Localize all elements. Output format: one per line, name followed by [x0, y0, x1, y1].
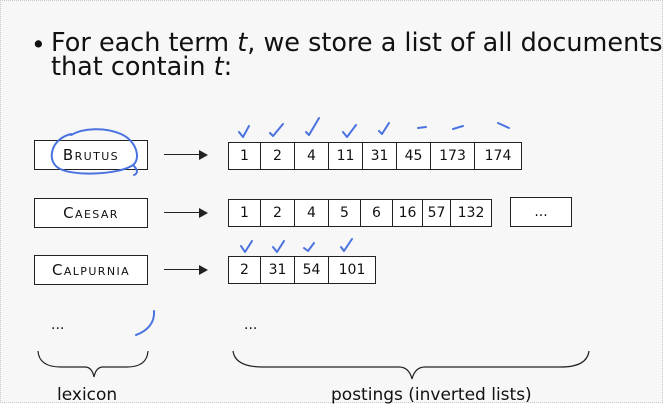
check-mark-1: [238, 125, 250, 138]
stray-stroke: [135, 310, 156, 336]
dash-mark-2: [452, 125, 464, 130]
check-mark-7: [272, 240, 285, 253]
brutus-circle-annotation: [50, 128, 138, 175]
check-mark-2: [269, 123, 284, 137]
check-mark-5: [378, 122, 390, 135]
check-mark-4: [342, 124, 357, 138]
check-mark-8: [303, 242, 315, 252]
dash-mark-3: [497, 122, 510, 129]
brutus-circle-tail: [132, 164, 138, 176]
annotations-layer: [50, 117, 510, 336]
check-mark-6: [240, 240, 253, 253]
check-mark-9: [340, 238, 353, 252]
dash-mark-1: [417, 126, 427, 129]
check-mark-3: [305, 117, 320, 136]
slide: • For each term t, we store a list of al…: [0, 0, 663, 405]
